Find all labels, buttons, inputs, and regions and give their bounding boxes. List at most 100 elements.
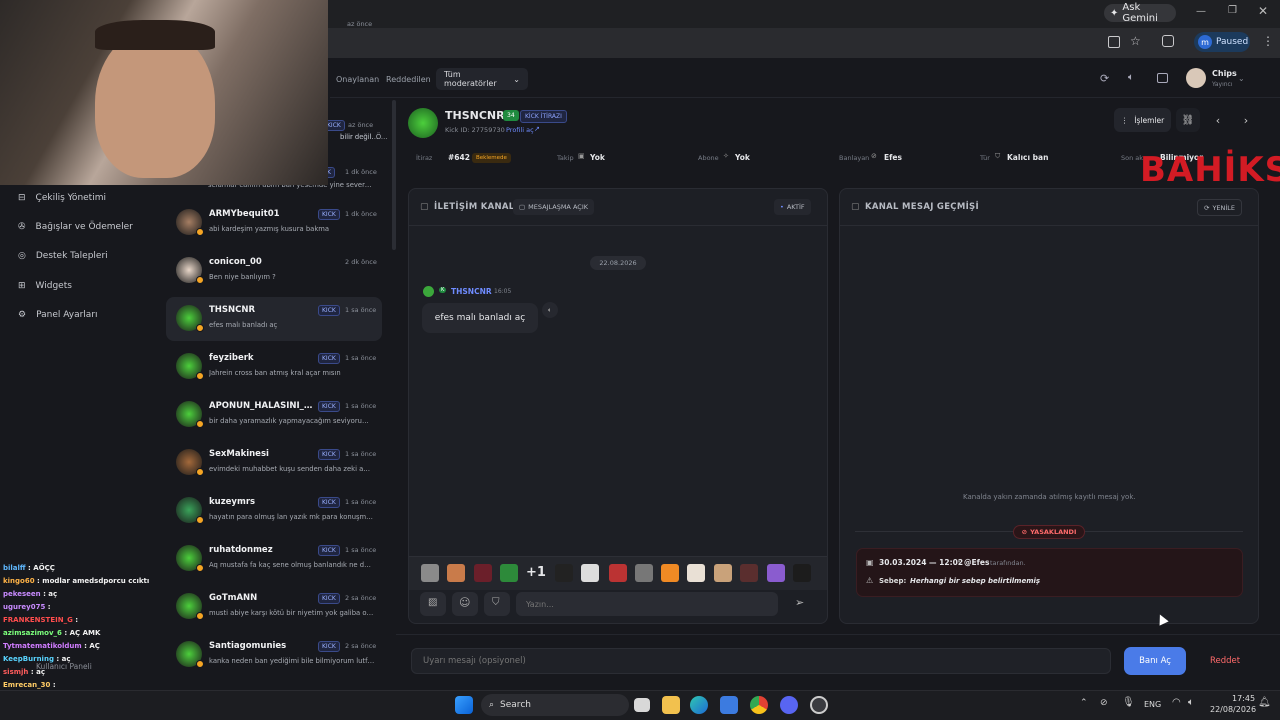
list-item[interactable]: ARMYbequit01 KICK 1 dk önce abi kardeşim ya… — [166, 201, 382, 245]
sidebar-item-giveaways[interactable]: ⊟ Çekiliş Yönetimi — [0, 185, 158, 211]
message-input[interactable] — [516, 592, 778, 616]
tab-rejected[interactable]: Reddedilen — [386, 75, 431, 84]
profile-link[interactable]: Profili aç — [506, 126, 534, 134]
shield-button[interactable]: ⛉ — [484, 592, 510, 616]
ask-gemini-button[interactable]: ✦ Ask Gemini — [1104, 2, 1176, 24]
emote-icon[interactable] — [687, 564, 705, 582]
emoji-button[interactable]: ☺ — [452, 592, 478, 616]
image-button[interactable]: ▨ — [420, 592, 446, 616]
settings-icon: ⚙ — [18, 310, 27, 320]
link-icon[interactable]: ⛓ — [1176, 108, 1200, 132]
maximize-icon[interactable]: ❐ — [1228, 5, 1237, 16]
emote-icon[interactable] — [447, 564, 465, 582]
chevron-up-icon[interactable]: ⌃ — [1080, 698, 1088, 708]
minimize-icon[interactable]: — — [1196, 6, 1206, 17]
send-icon[interactable]: ➢ — [795, 596, 804, 609]
discord-icon[interactable] — [780, 696, 798, 714]
shield-icon: ⛉ — [995, 152, 1001, 160]
list-item[interactable]: Santiagomunies KICK 2 sa önce kanka neden b… — [166, 633, 382, 677]
microphone-icon[interactable]: 🎙︎ — [1122, 697, 1135, 708]
install-app-icon[interactable] — [1108, 36, 1120, 48]
next-icon[interactable]: › — [1234, 108, 1258, 132]
list-item-time: 2 sa önce — [345, 594, 377, 602]
list-item[interactable]: kuzeymrs KICK 1 sa önce hayatın para olmuş … — [166, 489, 382, 533]
task-view-icon[interactable] — [634, 698, 650, 712]
list-item[interactable]: GoTmANN KICK 2 sa önce musti abiye karşı kö… — [166, 585, 382, 629]
emote-icon[interactable] — [635, 564, 653, 582]
list-item[interactable]: conicon_00 2 dk önce Ben niye banlıyım ? — [166, 249, 382, 293]
close-window-icon[interactable]: ✕ — [1258, 4, 1268, 18]
overlay-chat-text: : — [52, 681, 56, 689]
store-icon[interactable] — [720, 696, 738, 714]
appeal-type-tag: KİCK İTİRAZI — [520, 110, 567, 123]
language-indicator[interactable]: ENG — [1144, 700, 1161, 709]
webcam-overlay — [0, 0, 328, 185]
extensions-icon[interactable] — [1162, 35, 1174, 47]
taskbar-search[interactable]: ⌕ Search — [481, 694, 629, 716]
platform-badge: KICK — [318, 641, 340, 652]
emote-icon[interactable] — [421, 564, 439, 582]
previous-icon[interactable]: ‹ — [1206, 108, 1230, 132]
list-item-username: Santiagomunies — [209, 641, 287, 651]
user-avatar[interactable] — [1186, 68, 1206, 88]
emote-icon[interactable] — [500, 564, 518, 582]
star-icon: ✧ — [723, 152, 729, 160]
sidebar-item-support[interactable]: ◎ Destek Talepleri — [0, 243, 158, 269]
browser-menu-icon[interactable]: ⋮ — [1262, 34, 1274, 48]
notification-icon[interactable]: 🔔︎ — [1258, 697, 1271, 708]
chrome-icon[interactable] — [750, 696, 768, 714]
refresh-icon[interactable]: ⟳ — [1100, 72, 1109, 85]
ban-date: 30.03.2024 — 12:02 — [879, 558, 964, 567]
volume-icon[interactable]: 🔈︎ — [1188, 697, 1194, 708]
list-scrollbar[interactable] — [392, 100, 396, 250]
app-icon[interactable] — [810, 696, 828, 714]
refresh-button[interactable]: ⟳ YENİLE — [1197, 199, 1243, 216]
communication-panel-title: İLETİŞİM KANALI — [434, 202, 518, 212]
list-item[interactable]: THSNCNR KICK 1 sa önce efes malı banladı aç — [166, 297, 382, 341]
chevron-down-icon[interactable]: ⌄ — [1238, 74, 1245, 83]
ban-icon: ⊘ — [1021, 528, 1028, 536]
message-bubble: efes malı banladı aç — [422, 303, 538, 333]
list-item[interactable]: feyziberk KICK 1 sa önce Jahrein cross ban … — [166, 345, 382, 389]
overlay-chat-user: KeepBurning — [3, 655, 54, 663]
speaker-icon[interactable]: 🔈︎ — [1128, 72, 1134, 83]
list-item[interactable]: ruhatdonmez KICK 1 sa önce Aq mustafa fa ka… — [166, 537, 382, 581]
emote-icon[interactable] — [714, 564, 732, 582]
calendar-icon: ▣ — [866, 558, 874, 567]
list-item[interactable]: APONUN_HALASINI_DO... KICK 1 sa önce bir da… — [166, 393, 382, 437]
overlay-chat-text: : AÇ — [84, 642, 100, 650]
actions-button[interactable]: ⋮ İşlemler — [1114, 108, 1171, 132]
moderator-filter-select[interactable]: Tüm moderatörler ⌄ — [436, 68, 528, 90]
unban-button[interactable]: Banı Aç — [1124, 647, 1186, 675]
streamer-hair — [95, 20, 215, 50]
emote-more-count[interactable]: +1 — [526, 565, 546, 580]
calendar-icon: ▣ — [578, 152, 585, 160]
emote-icon[interactable] — [793, 564, 811, 582]
sidebar-item-donations[interactable]: ✇ Bağışlar ve Ödemeler — [0, 214, 158, 240]
bookmark-star-icon[interactable]: ☆ — [1130, 34, 1141, 48]
network-off-icon[interactable]: ⊘ — [1100, 698, 1108, 708]
emote-icon[interactable] — [740, 564, 758, 582]
emote-icon[interactable] — [609, 564, 627, 582]
emote-icon[interactable] — [767, 564, 785, 582]
emote-icon[interactable] — [474, 564, 492, 582]
emote-icon[interactable] — [581, 564, 599, 582]
file-explorer-icon[interactable] — [662, 696, 680, 714]
list-item-username: APONUN_HALASINI_DO... — [209, 401, 317, 411]
overlay-chat-text: : — [75, 616, 79, 624]
warning-message-input[interactable] — [411, 648, 1111, 674]
message-icon[interactable] — [1157, 73, 1168, 83]
emote-icon[interactable] — [555, 564, 573, 582]
windows-start-icon[interactable] — [455, 696, 473, 714]
sidebar-item-widgets[interactable]: ⊞ Widgets — [0, 273, 158, 299]
profile-button[interactable]: m Paused — [1194, 32, 1250, 52]
wifi-icon[interactable]: ◠ — [1172, 697, 1181, 708]
reject-button[interactable]: Reddet — [1196, 647, 1254, 675]
clock-time[interactable]: 17:45 — [1232, 694, 1255, 703]
clock-date[interactable]: 22/08/2026 — [1210, 705, 1256, 714]
speaker-icon[interactable]: 🔈︎ — [542, 302, 558, 318]
sidebar-item-panel-settings[interactable]: ⚙ Panel Ayarları — [0, 302, 158, 328]
emote-icon[interactable] — [661, 564, 679, 582]
edge-icon[interactable] — [690, 696, 708, 714]
list-item[interactable]: SexMakinesi KICK 1 sa önce evimdeki muhabbe… — [166, 441, 382, 485]
